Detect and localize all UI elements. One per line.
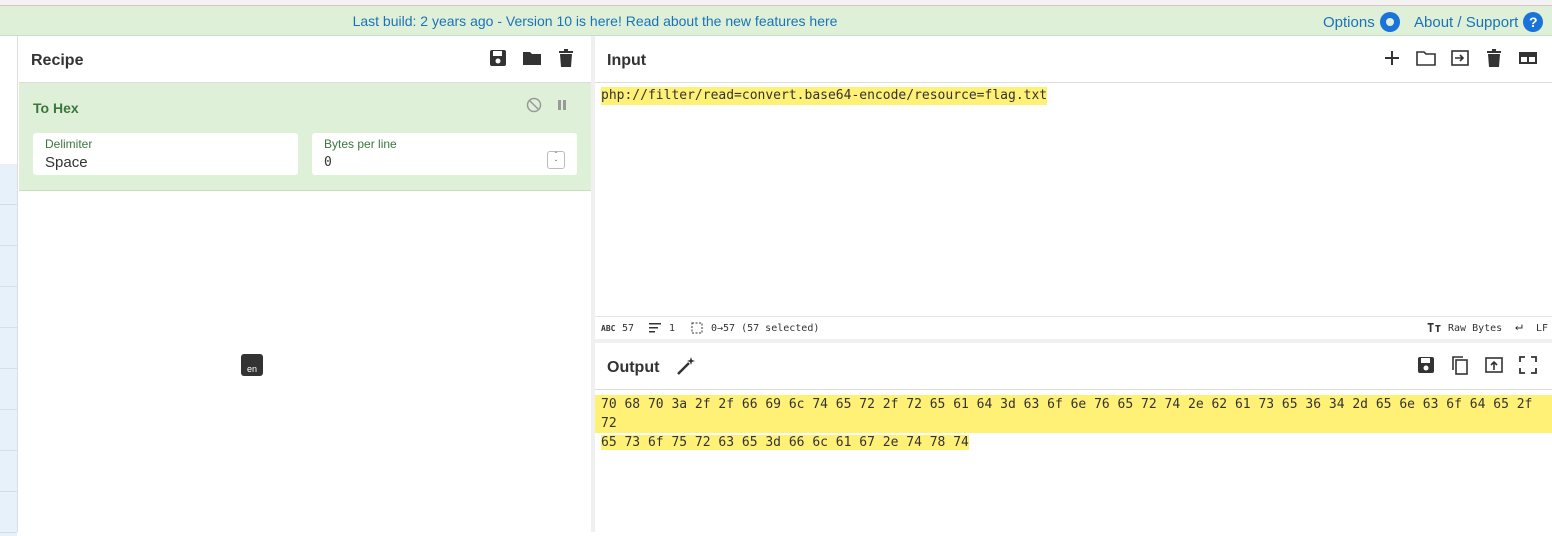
magic-wand-icon[interactable] <box>675 355 697 377</box>
delimiter-field[interactable]: Delimiter Space <box>33 133 298 175</box>
char-count: 57 <box>622 323 635 334</box>
options-button[interactable]: Options <box>1323 12 1400 32</box>
replace-input-icon[interactable] <box>1484 355 1504 375</box>
operation-name: To Hex <box>33 100 79 116</box>
open-folder-icon[interactable] <box>1450 48 1470 68</box>
load-recipe-icon[interactable] <box>522 48 542 68</box>
lines-icon <box>649 323 661 333</box>
bytes-per-line-label: Bytes per line <box>324 137 397 151</box>
options-label: Options <box>1323 13 1375 31</box>
reset-layout-icon[interactable] <box>1518 48 1538 68</box>
about-label: About / Support <box>1414 13 1519 31</box>
magic-wand-icon[interactable]: en <box>241 354 263 376</box>
add-input-icon[interactable] <box>1382 48 1402 68</box>
input-header: Input <box>595 36 1552 83</box>
output-header: Output <box>595 343 1552 390</box>
clear-recipe-icon[interactable] <box>556 48 576 68</box>
notification-banner: Last build: 2 years ago - Version 10 is … <box>0 6 1552 36</box>
number-stepper[interactable]: ˆˇ <box>547 151 565 169</box>
about-support-button[interactable]: About / Support ? <box>1414 12 1544 32</box>
bytes-per-line-field[interactable]: Bytes per line 0 ˆˇ <box>312 133 577 175</box>
gear-icon <box>1379 12 1400 32</box>
selection-range: 0→57 (57 selected) <box>711 323 820 334</box>
open-file-icon[interactable] <box>1416 48 1436 68</box>
eol-label[interactable]: LF <box>1536 323 1548 334</box>
disable-icon[interactable] <box>526 97 542 113</box>
output-title: Output <box>607 359 660 376</box>
delimiter-value: Space <box>45 154 88 171</box>
operations-pane-edge <box>0 36 18 536</box>
output-text[interactable]: 70 68 70 3a 2f 2f 66 69 6c 74 65 72 2f 7… <box>595 395 1552 452</box>
delimiter-label: Delimiter <box>45 137 93 151</box>
output-pane: Output 70 68 70 3a 2f 2f 66 69 6c 74 65 … <box>595 343 1552 532</box>
recipe-pane: Recipe To Hex Delimiter Space Bytes per … <box>19 36 592 532</box>
recipe-title: Recipe <box>31 52 84 69</box>
eol-icon: ↵ <box>1515 319 1523 334</box>
line-count: 1 <box>669 323 676 334</box>
text-encoding-icon: Tт <box>1427 321 1442 335</box>
encoding-label[interactable]: Raw Bytes <box>1448 323 1502 334</box>
pause-icon[interactable] <box>556 97 568 113</box>
selection-icon <box>691 322 703 334</box>
output-line-wrapper: 65 73 6f 75 72 63 65 3d 66 6c 61 67 2e 7… <box>595 433 1552 452</box>
abc-icon: ABC <box>601 324 616 333</box>
input-title: Input <box>607 52 647 69</box>
input-status-bar: ABC 57 1 0→57 (57 selected) Tт Raw Bytes… <box>595 316 1552 340</box>
maximise-output-icon[interactable] <box>1518 355 1538 375</box>
copy-output-icon[interactable] <box>1450 355 1470 375</box>
output-line: 65 73 6f 75 72 63 65 3d 66 6c 61 67 2e 7… <box>601 435 969 450</box>
recipe-header: Recipe <box>19 36 591 83</box>
operation-to-hex[interactable]: To Hex Delimiter Space Bytes per line 0 … <box>19 83 591 191</box>
save-output-icon[interactable] <box>1416 355 1436 375</box>
build-message[interactable]: Last build: 2 years ago - Version 10 is … <box>0 13 1190 29</box>
bytes-per-line-value: 0 <box>324 155 332 170</box>
operations-list-edge <box>0 164 17 536</box>
clear-input-icon[interactable] <box>1484 48 1504 68</box>
input-textarea[interactable]: php://filter/read=convert.base64-encode/… <box>601 87 1048 105</box>
output-line: 70 68 70 3a 2f 2f 66 69 6c 74 65 72 2f 7… <box>595 395 1552 433</box>
help-icon: ? <box>1523 12 1544 32</box>
save-recipe-icon[interactable] <box>488 48 508 68</box>
input-pane: Input php://filter/read=convert.base64-e… <box>595 36 1552 340</box>
